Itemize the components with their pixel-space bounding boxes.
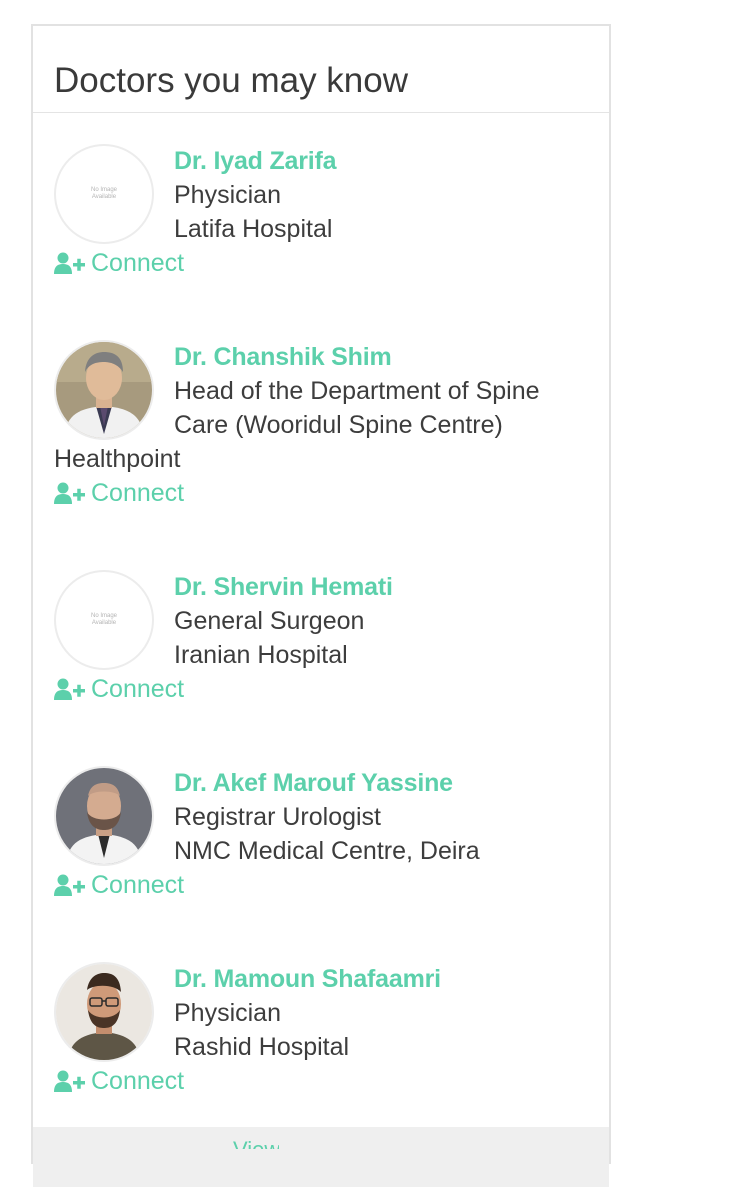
connect-button[interactable]: Connect — [54, 1064, 184, 1098]
view-more-bar[interactable]: View — [33, 1127, 609, 1187]
doctor-info: Dr. Shervin Hemati General Surgeon Irani… — [174, 570, 594, 672]
connect-label: Connect — [91, 248, 185, 277]
doctor-facility: Rashid Hospital — [174, 1033, 350, 1061]
doctor-photo — [56, 768, 152, 864]
user-plus-icon — [54, 874, 85, 896]
avatar[interactable] — [54, 340, 154, 440]
connect-button[interactable]: Connect — [54, 476, 184, 510]
no-image-placeholder: No Image Available — [90, 187, 117, 200]
doctor-facility: Iranian Hospital — [174, 641, 348, 669]
doctor-role-line: Head of the Department of Spine — [174, 377, 540, 405]
no-image-placeholder: No Image Available — [90, 613, 117, 626]
doctor-info: Dr. Akef Marouf Yassine Registrar Urolog… — [174, 766, 594, 868]
doctor-name-link[interactable]: Dr. Chanshik Shim — [174, 340, 594, 374]
doctor-name-link[interactable]: Dr. Iyad Zarifa — [174, 144, 594, 178]
doctor-info: Dr. Chanshik Shim Head of the Department… — [174, 340, 594, 442]
doctor-name-link[interactable]: Dr. Akef Marouf Yassine — [174, 766, 594, 800]
doctor-name-link[interactable]: Dr. Mamoun Shafaamri — [174, 962, 594, 996]
doctor-role-line: Care (Wooridul Spine Centre) — [174, 411, 503, 439]
doctor-photo — [56, 342, 152, 438]
view-more-label[interactable]: View — [233, 1139, 279, 1149]
doctor-facility: Healthpoint — [54, 445, 181, 473]
doctor-role: Physician — [174, 181, 281, 209]
user-plus-icon — [54, 482, 85, 504]
connect-button[interactable]: Connect — [54, 246, 184, 280]
user-plus-icon — [54, 678, 85, 700]
avatar-placeholder[interactable]: No Image Available — [54, 570, 154, 670]
connect-button[interactable]: Connect — [54, 868, 184, 902]
connect-label: Connect — [91, 1066, 185, 1095]
doctor-role: General Surgeon — [174, 607, 365, 635]
doctor-facility: NMC Medical Centre, Deira — [174, 837, 480, 865]
user-plus-icon — [54, 252, 85, 274]
doctor-name-link[interactable]: Dr. Shervin Hemati — [174, 570, 594, 604]
doctor-role: Registrar Urologist — [174, 803, 382, 831]
avatar[interactable] — [54, 766, 154, 866]
connect-label: Connect — [91, 870, 185, 899]
avatar[interactable] — [54, 962, 154, 1062]
connect-label: Connect — [91, 478, 185, 507]
doctor-facility: Latifa Hospital — [174, 215, 333, 243]
connect-button[interactable]: Connect — [54, 672, 184, 706]
doctor-photo — [56, 964, 152, 1060]
card-title: Doctors you may know — [54, 61, 409, 100]
title-divider — [33, 112, 609, 113]
user-plus-icon — [54, 1070, 85, 1092]
doctor-info: Dr. Mamoun Shafaamri Physician Rashid Ho… — [174, 962, 594, 1064]
connect-label: Connect — [91, 674, 185, 703]
doctor-info: Dr. Iyad Zarifa Physician Latifa Hospita… — [174, 144, 594, 246]
avatar-placeholder[interactable]: No Image Available — [54, 144, 154, 244]
doctor-role: Physician — [174, 999, 281, 1027]
doctors-you-may-know-card: Doctors you may know No Image Available D… — [31, 24, 611, 1187]
